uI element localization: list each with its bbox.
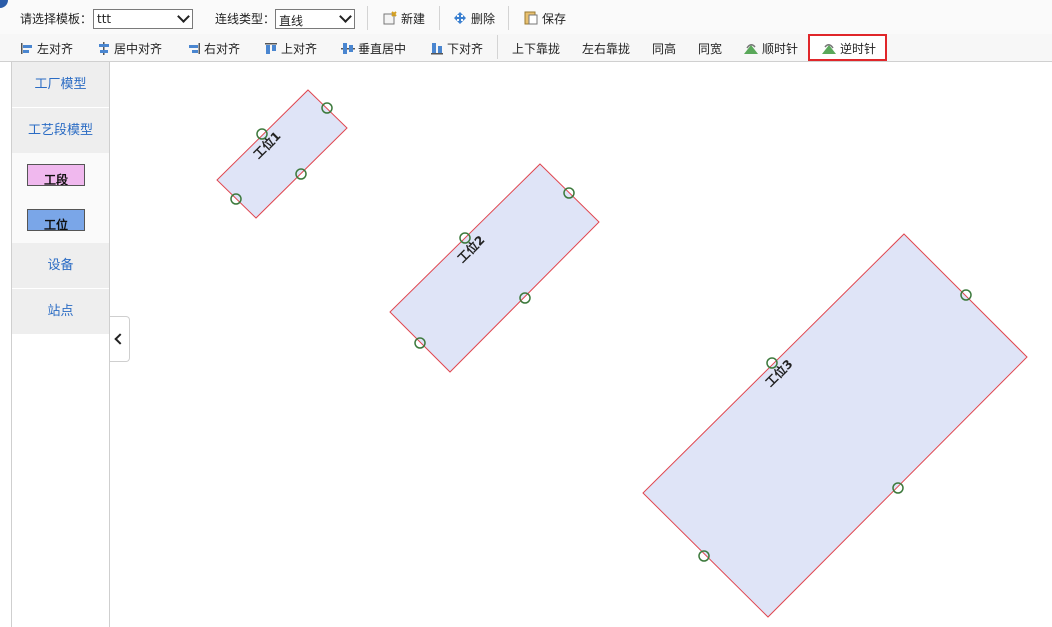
station-body-1[interactable]	[216, 89, 348, 219]
toolbar-divider	[439, 6, 440, 30]
station-swatch[interactable]: 工位	[27, 209, 85, 231]
top-align-button[interactable]: 上对齐	[264, 40, 317, 57]
station-palette-slot: 工位	[12, 198, 109, 244]
stack-vertical-button[interactable]: 上下靠拢	[512, 40, 560, 57]
station-shape-1[interactable]: 工位1	[216, 89, 348, 219]
line-type-select[interactable]: 直线	[275, 9, 355, 29]
left-align-button[interactable]: 左对齐	[20, 40, 73, 57]
template-select-value: ttt	[97, 12, 112, 26]
line-type-label: 连线类型：	[215, 12, 276, 26]
main-toolbar: 请选择模板： ttt 连线类型： 直线 新建 删除 保存	[0, 0, 1052, 35]
align-left-icon	[21, 43, 32, 54]
stack-horizontal-button[interactable]: 左右靠拢	[582, 40, 630, 57]
counter-clockwise-button[interactable]: 逆时针	[821, 40, 876, 57]
move-delete-icon	[454, 12, 466, 24]
save-button[interactable]: 保存	[523, 10, 566, 27]
station-body-2[interactable]	[389, 163, 600, 373]
sidebar-item-factory-model[interactable]: 工厂模型	[12, 62, 109, 108]
align-center-icon	[99, 42, 109, 55]
alignment-toolbar: 左对齐 居中对齐 右对齐 上对齐 垂直居中 下对齐 上下靠拢 左右靠拢 同高 同…	[0, 34, 1052, 62]
chevron-down-icon	[177, 10, 190, 23]
template-label: 请选择模板：	[20, 12, 93, 26]
top-align-label: 上对齐	[281, 42, 318, 56]
right-align-label: 右对齐	[204, 42, 241, 56]
new-icon	[383, 11, 397, 25]
chevron-left-icon	[114, 333, 126, 345]
bottom-align-label: 下对齐	[447, 42, 484, 56]
rotate-counter-clockwise-icon	[822, 44, 836, 54]
counter-clockwise-label: 逆时针	[840, 42, 877, 56]
sidebar-item-site[interactable]: 站点	[12, 289, 109, 335]
align-bottom-icon	[431, 43, 443, 55]
sidebar-item-equipment[interactable]: 设备	[12, 243, 109, 289]
align-top-icon	[265, 43, 277, 54]
delete-button-label: 删除	[471, 12, 496, 26]
chevron-down-icon	[339, 10, 352, 23]
design-canvas[interactable]: 工位1 工位2 工位3	[130, 62, 1052, 627]
station-shape-3[interactable]: 工位3	[642, 233, 1028, 618]
toolbar-divider	[497, 35, 498, 59]
station-shape-2[interactable]: 工位2	[389, 163, 600, 373]
same-width-button[interactable]: 同宽	[698, 40, 722, 57]
rotate-clockwise-icon	[744, 44, 758, 54]
section-palette-slot: 工段	[12, 153, 109, 199]
clipboard-save-icon	[524, 11, 538, 25]
section-swatch[interactable]: 工段	[27, 164, 85, 186]
line-type-select-value: 直线	[279, 14, 304, 28]
center-align-label: 居中对齐	[114, 42, 163, 56]
center-align-button[interactable]: 居中对齐	[97, 40, 162, 57]
clockwise-label: 顺时针	[762, 42, 799, 56]
delete-button[interactable]: 删除	[452, 10, 495, 27]
toolbar-divider	[367, 6, 368, 30]
same-height-button[interactable]: 同高	[652, 40, 676, 57]
app-logo-icon	[0, 0, 8, 8]
new-button-label: 新建	[401, 12, 426, 26]
sidebar-item-process-model[interactable]: 工艺段模型	[12, 108, 109, 154]
right-align-button[interactable]: 右对齐	[187, 40, 240, 57]
model-palette-sidebar: 工厂模型 工艺段模型 工段 工位 设备 站点	[11, 62, 110, 627]
left-align-label: 左对齐	[37, 42, 74, 56]
sidebar-collapse-toggle[interactable]	[110, 316, 130, 362]
align-right-icon	[189, 43, 200, 54]
toolbar-divider	[508, 6, 509, 30]
template-select[interactable]: ttt	[93, 9, 193, 29]
clockwise-button[interactable]: 顺时针	[743, 40, 798, 57]
vertical-center-label: 垂直居中	[358, 42, 407, 56]
align-middle-icon	[341, 43, 355, 54]
bottom-align-button[interactable]: 下对齐	[430, 40, 483, 57]
vertical-center-button[interactable]: 垂直居中	[341, 40, 406, 57]
save-button-label: 保存	[542, 12, 567, 26]
new-button[interactable]: 新建	[382, 10, 425, 27]
